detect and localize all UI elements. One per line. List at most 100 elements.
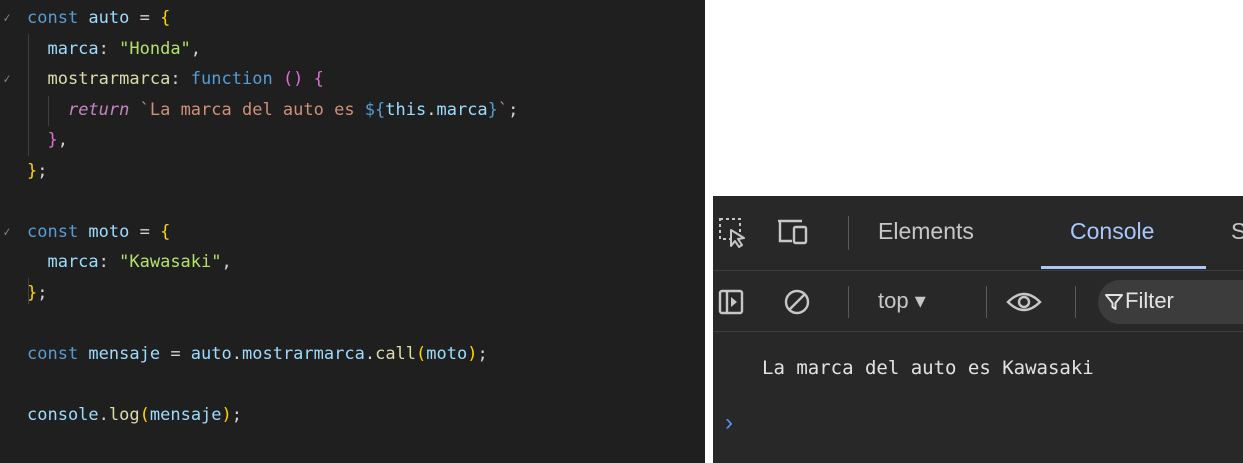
code-token: log xyxy=(108,404,140,425)
code-line: return `La marca del auto es ${this.marc… xyxy=(0,95,705,125)
code-token: . xyxy=(364,343,376,364)
code-line: ✓ const moto = { xyxy=(0,217,705,247)
code-token: moto xyxy=(78,221,140,242)
code-token: console xyxy=(27,404,99,425)
indent-guide xyxy=(48,96,49,126)
tab-sources[interactable]: S xyxy=(1231,218,1243,245)
code-text: }; xyxy=(27,156,48,186)
code-text: const moto = { xyxy=(27,217,170,247)
code-token: mensaje xyxy=(78,343,171,364)
devtools-panel: Elements Console S top ▾ Filter La marca… xyxy=(713,196,1243,463)
code-token: } xyxy=(47,130,58,150)
code-token: : xyxy=(170,69,191,89)
filter-placeholder: Filter xyxy=(1125,288,1174,313)
toolbar-separator xyxy=(986,286,987,318)
code-token: marca xyxy=(27,38,99,59)
code-token: ) xyxy=(221,404,232,425)
code-token: ; xyxy=(37,282,48,303)
filter-icon xyxy=(1103,291,1125,313)
code-token: : xyxy=(98,252,120,272)
code-token: . xyxy=(98,404,109,425)
code-token: "Kawasaki" xyxy=(119,252,222,272)
fold-chevron-icon[interactable]: ✓ xyxy=(3,64,11,94)
context-selector[interactable]: top ▾ xyxy=(878,288,926,314)
code-token: , xyxy=(190,38,202,59)
code-line: console.log(mensaje); xyxy=(0,400,705,430)
code-token: } xyxy=(27,160,38,181)
code-token: { xyxy=(160,8,171,28)
code-text: marca: "Kawasaki", xyxy=(27,247,232,277)
code-line: marca: "Kawasaki", xyxy=(0,247,705,277)
fold-chevron-icon[interactable]: ✓ xyxy=(3,3,11,33)
screenshot-stage: ✓ const auto = { marca: "Honda", ✓ mostrar… xyxy=(0,0,1243,463)
device-toolbar-icon[interactable] xyxy=(775,216,811,248)
code-token: . xyxy=(231,343,242,364)
code-token: = xyxy=(139,8,161,28)
code-token: auto xyxy=(78,8,140,28)
code-token: } xyxy=(487,99,498,120)
code-token: ( xyxy=(416,343,427,364)
code-token: ; xyxy=(37,160,48,181)
devtools-tab-bar: Elements Console S xyxy=(713,196,1243,271)
code-text: }; xyxy=(27,278,48,308)
code-text: const mensaje = auto.mostrarmarca.call(m… xyxy=(27,339,488,369)
console-log-message: La marca del auto es Kawasaki xyxy=(762,357,1094,379)
code-token: "Honda" xyxy=(119,38,191,59)
code-token: { xyxy=(313,69,324,89)
code-token: ${ xyxy=(364,99,386,120)
code-token: = xyxy=(170,343,191,364)
code-token: marca xyxy=(27,252,99,272)
code-token: () xyxy=(282,69,304,89)
tab-elements[interactable]: Elements xyxy=(878,218,974,245)
code-token: . xyxy=(426,99,437,120)
code-token: this xyxy=(385,99,427,120)
code-token: const xyxy=(27,8,79,28)
clear-console-icon[interactable] xyxy=(781,286,813,318)
code-editor[interactable]: ✓ const auto = { marca: "Honda", ✓ mostrar… xyxy=(0,0,705,463)
code-token: `La marca del auto es xyxy=(139,99,365,120)
code-line: }; xyxy=(0,278,705,308)
code-token: auto xyxy=(190,343,232,364)
code-token: ; xyxy=(477,343,488,364)
tab-separator xyxy=(848,216,849,250)
code-token: ` xyxy=(497,99,509,120)
code-token: marca xyxy=(436,99,488,120)
code-text: console.log(mensaje); xyxy=(27,400,242,430)
code-line: marca: "Honda", xyxy=(0,34,705,64)
code-token: = xyxy=(139,221,161,242)
code-token: ( xyxy=(139,404,150,425)
indent-guide xyxy=(28,34,29,156)
inspect-element-icon[interactable] xyxy=(717,214,749,250)
sidebar-toggle-icon[interactable] xyxy=(715,286,747,318)
toolbar-separator xyxy=(1075,286,1076,318)
code-token: const xyxy=(27,221,79,242)
code-token: function xyxy=(190,69,273,89)
tab-console[interactable]: Console xyxy=(1070,218,1154,245)
code-text: }, xyxy=(27,125,68,155)
code-token: ) xyxy=(467,343,478,364)
code-token: moto xyxy=(426,343,468,364)
fold-chevron-icon[interactable]: ✓ xyxy=(3,217,11,247)
code-token: call xyxy=(375,343,417,364)
indent-guide xyxy=(28,278,29,304)
code-text: mostrarmarca: function () { xyxy=(27,64,324,94)
console-prompt-icon[interactable]: › xyxy=(725,409,733,437)
code-text: marca: "Honda", xyxy=(27,34,201,64)
code-line: ✓ const auto = { xyxy=(0,3,705,33)
code-token: , xyxy=(221,252,232,272)
code-line: ✓ mostrarmarca: function () { xyxy=(0,64,705,94)
code-token: { xyxy=(160,221,171,242)
code-token: const xyxy=(27,343,79,364)
toolbar-separator xyxy=(848,286,849,318)
code-token: ; xyxy=(508,99,519,120)
code-token: ; xyxy=(231,404,243,425)
eye-icon[interactable] xyxy=(1005,286,1043,318)
